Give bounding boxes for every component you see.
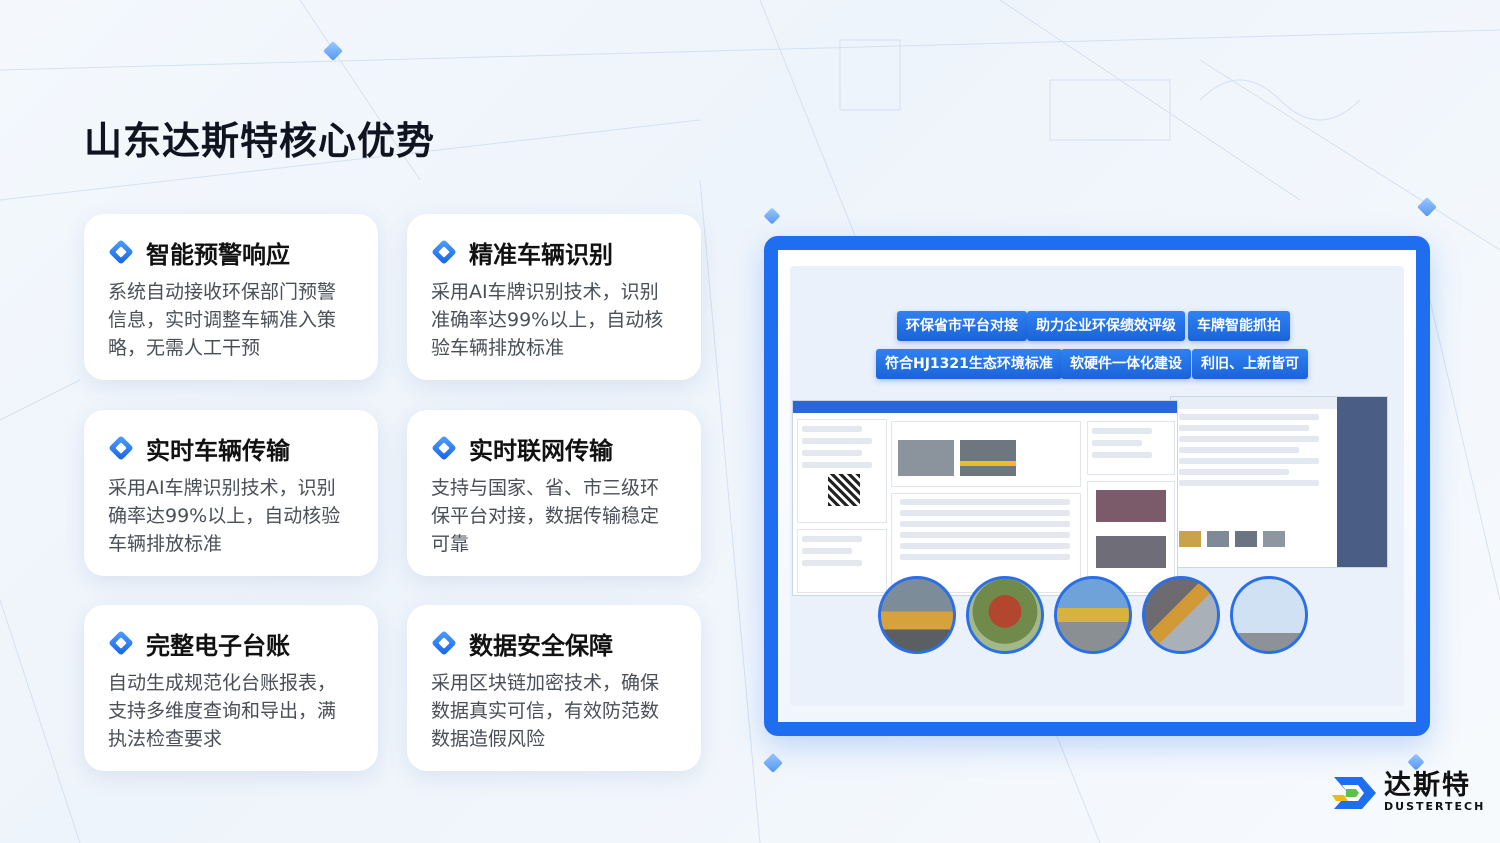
card-title: 完整电子台账: [146, 631, 290, 660]
card-text: 自动生成规范化台账报表，支持多维度查询和导出，满执法检查要求: [108, 672, 337, 750]
software-screenshot-front: [792, 400, 1178, 596]
feature-tag: 车牌智能抓拍: [1188, 311, 1290, 341]
feature-tag: 软硬件一体化建设: [1061, 349, 1191, 379]
decor-diamond: [763, 207, 781, 225]
logo-english-name: DUSTERTECH: [1384, 800, 1486, 813]
company-logo: 达斯特 DUSTERTECH: [1332, 772, 1485, 813]
diamond-icon: [108, 435, 134, 461]
camera-pole-photo: [1230, 576, 1308, 654]
page-title: 山东达斯特核心优势: [84, 119, 436, 163]
feature-tag: 符合HJ1321生态环境标准: [876, 349, 1062, 379]
card-title: 实时车辆传输: [146, 436, 290, 465]
feature-card: 智能预警响应 系统自动接收环保部门预警信息，实时调整车辆准入策略，无需人工干预: [84, 214, 378, 380]
diamond-icon: [431, 239, 457, 265]
decor-diamond: [763, 753, 783, 773]
feature-card: 实时车辆传输 采用AI车牌识别技术，识别确率达99%以上，自动核验车辆排放标准: [84, 410, 378, 576]
card-text: 采用AI车牌识别技术，识别确率达99%以上，自动核验车辆排放标准: [108, 477, 341, 555]
feature-tag: 利旧、上新皆可: [1192, 349, 1308, 379]
diamond-icon: [108, 239, 134, 265]
card-title: 数据安全保障: [469, 631, 613, 660]
card-text: 支持与国家、省、市三级环保平台对接，数据传输稳定可靠: [431, 477, 660, 555]
display-board-photo: [966, 576, 1044, 654]
feature-card: 完整电子台账 自动生成规范化台账报表，支持多维度查询和导出，满执法检查要求: [84, 605, 378, 771]
card-title: 精准车辆识别: [469, 240, 613, 269]
decor-diamond: [1407, 753, 1425, 771]
card-title: 实时联网传输: [469, 436, 613, 465]
feature-tag: 助力企业环保绩效评级: [1027, 311, 1185, 341]
barrier-photo: [1054, 576, 1132, 654]
card-text: 系统自动接收环保部门预警信息，实时调整车辆准入策略，无需人工干预: [108, 281, 337, 359]
feature-tag: 环保省市平台对接: [897, 311, 1027, 341]
gate-photo: [878, 576, 956, 654]
parking-gate-photo: [1142, 576, 1220, 654]
showcase-panel: 环保省市平台对接 助力企业环保绩效评级 车牌智能抓拍 符合HJ1321生态环境标…: [790, 266, 1404, 706]
feature-card: 数据安全保障 采用区块链加密技术，确保数据真实可信，有效防范数数据造假风险: [407, 605, 701, 771]
feature-card: 实时联网传输 支持与国家、省、市三级环保平台对接，数据传输稳定可靠: [407, 410, 701, 576]
decor-diamond: [1417, 197, 1437, 217]
feature-card: 精准车辆识别 采用AI车牌识别技术，识别准确率达99%以上，自动核验车辆排放标准: [407, 214, 701, 380]
showcase-frame: 环保省市平台对接 助力企业环保绩效评级 车牌智能抓拍 符合HJ1321生态环境标…: [764, 236, 1430, 736]
diamond-icon: [431, 435, 457, 461]
software-screenshot-back: [1170, 396, 1388, 568]
card-text: 采用AI车牌识别技术，识别准确率达99%以上，自动核验车辆排放标准: [431, 281, 664, 359]
decor-diamond: [323, 41, 343, 61]
card-title: 智能预警响应: [146, 240, 290, 269]
dustertech-logo-icon: [1332, 776, 1376, 809]
diamond-icon: [431, 630, 457, 656]
card-text: 采用区块链加密技术，确保数据真实可信，有效防范数数据造假风险: [431, 672, 660, 750]
logo-chinese-name: 达斯特: [1384, 770, 1471, 801]
diamond-icon: [108, 630, 134, 656]
